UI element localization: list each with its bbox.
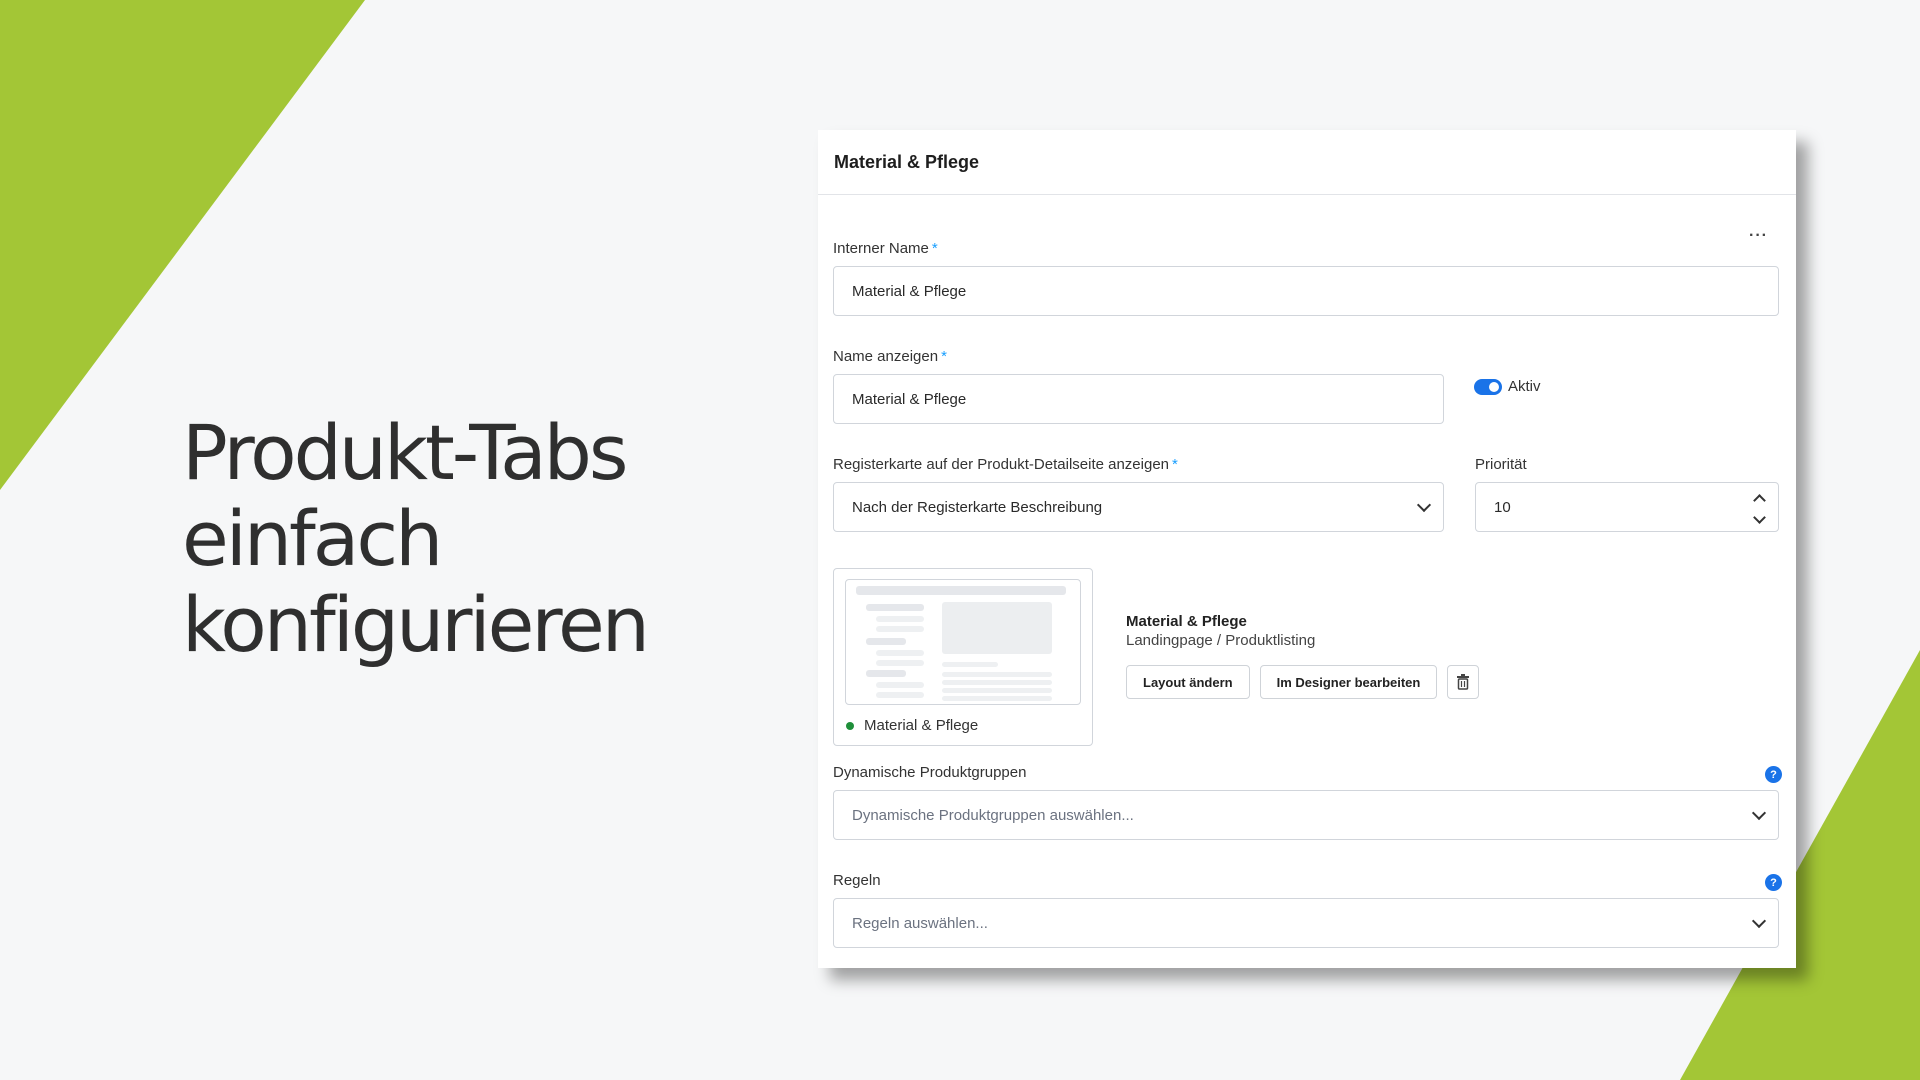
card-title: Material & Pflege (834, 151, 980, 172)
tab-position-select[interactable]: Nach der Registerkarte Beschreibung (833, 482, 1444, 532)
layout-title: Material & Pflege (1126, 613, 1247, 630)
display-name-label: Name anzeigen * (833, 348, 947, 365)
internal-name-label: Interner Name * (833, 240, 938, 257)
card-header: Material & Pflege (818, 130, 1796, 195)
active-toggle[interactable] (1474, 378, 1502, 395)
layout-subtitle: Landingpage / Produktlisting (1126, 632, 1316, 649)
layout-info: Material & Pflege Landingpage / Produktl… (1126, 613, 1480, 699)
chevron-down-icon (1416, 497, 1432, 513)
rules-select[interactable]: Regeln auswählen... (833, 898, 1779, 948)
headline: Produkt-Tabs einfach konfigurieren (182, 408, 650, 669)
display-name-input[interactable]: Material & Pflege (833, 374, 1444, 424)
rules-label: Regeln (833, 872, 881, 889)
active-toggle-wrap[interactable]: Aktiv (1474, 378, 1541, 395)
chevron-down-icon (1751, 913, 1767, 929)
help-icon[interactable]: ? (1765, 766, 1782, 783)
priority-input[interactable]: 10 (1475, 482, 1779, 532)
tab-position-field: Registerkarte auf der Produkt-Detailseit… (833, 456, 1444, 532)
tab-settings-card: Material & Pflege ··· Interner Name * Mat… (818, 130, 1796, 968)
layout-card[interactable]: Material & Pflege (833, 568, 1093, 746)
tab-position-value: Nach der Registerkarte Beschreibung (852, 498, 1103, 516)
delete-layout-button[interactable] (1447, 665, 1480, 699)
help-icon[interactable]: ? (1765, 874, 1782, 891)
layout-preview-thumbnail (845, 579, 1081, 705)
priority-field: Priorität 10 (1475, 456, 1779, 532)
chevron-down-icon[interactable] (1753, 511, 1766, 524)
dynamic-groups-select[interactable]: Dynamische Produktgruppen auswählen... (833, 790, 1779, 840)
dynamic-groups-label: Dynamische Produktgruppen (833, 764, 1027, 781)
tab-position-label: Registerkarte auf der Produkt-Detailseit… (833, 456, 1178, 473)
headline-line-2: einfach (182, 494, 443, 583)
headline-line-1: Produkt-Tabs (182, 408, 628, 497)
layout-status-label: Material & Pflege (864, 717, 979, 734)
priority-stepper[interactable] (1753, 491, 1766, 524)
priority-label: Priorität (1475, 456, 1527, 473)
edit-in-designer-button[interactable]: Im Designer bearbeiten (1259, 665, 1438, 699)
dynamic-groups-field: Dynamische Produktgruppen Dynamische Pro… (833, 764, 1779, 840)
priority-value: 10 (1494, 498, 1511, 516)
rules-field: Regeln Regeln auswählen... (833, 872, 1779, 948)
active-toggle-label: Aktiv (1508, 378, 1541, 395)
active-status-dot (846, 721, 854, 730)
layout-status: Material & Pflege (846, 717, 978, 734)
trash-icon (1457, 674, 1470, 690)
rules-placeholder: Regeln auswählen... (852, 914, 988, 932)
display-name-field: Name anzeigen * Material & Pflege (833, 348, 1444, 424)
dynamic-groups-placeholder: Dynamische Produktgruppen auswählen... (852, 806, 1134, 824)
chevron-down-icon (1751, 805, 1767, 821)
change-layout-button[interactable]: Layout ändern (1126, 665, 1250, 699)
headline-line-3: konfigurieren (182, 580, 650, 669)
internal-name-input[interactable]: Material & Pflege (833, 266, 1779, 316)
chevron-up-icon[interactable] (1753, 494, 1766, 507)
layout-actions: Layout ändern Im Designer bearbeiten (1126, 665, 1480, 699)
internal-name-field: Interner Name * Material & Pflege (833, 240, 1779, 316)
